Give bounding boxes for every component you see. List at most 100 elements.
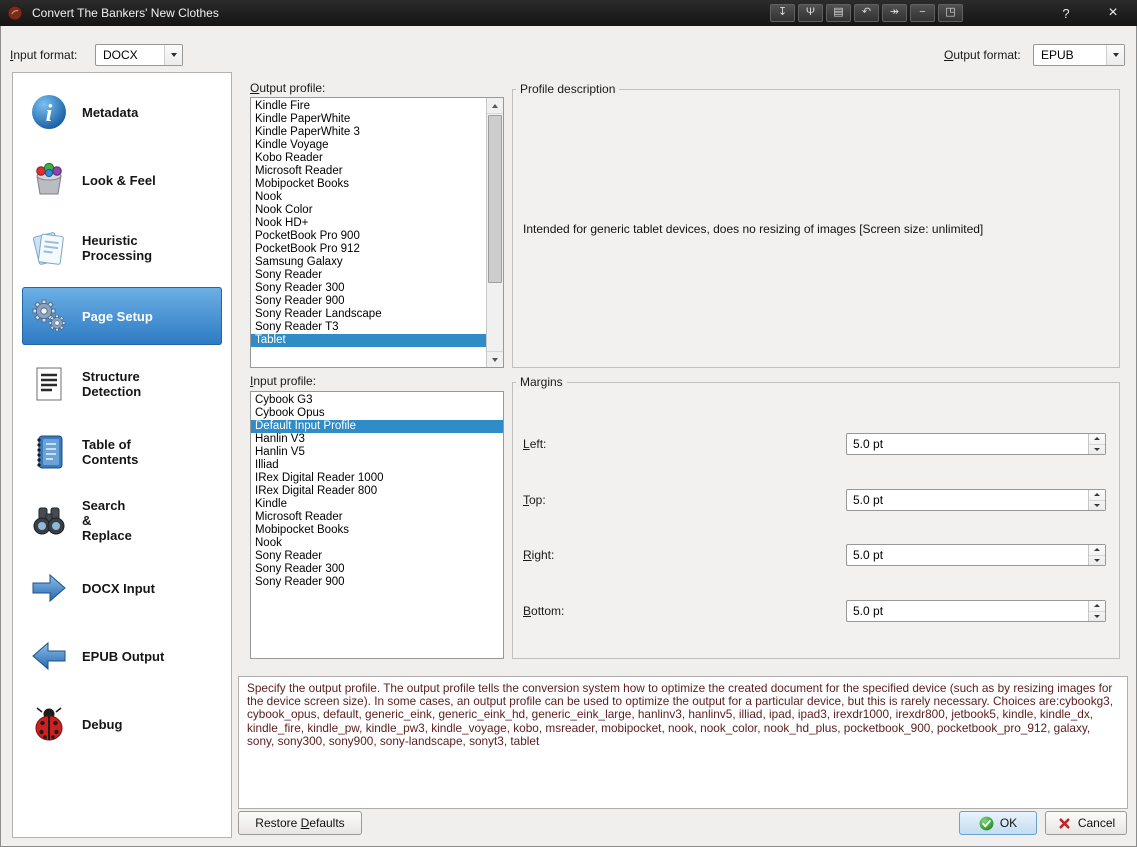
spin-up-icon[interactable] <box>1089 434 1105 445</box>
margin-left-label: Left: <box>523 437 547 451</box>
sidebar: i Metadata Look & Feel Heuristic Process… <box>12 72 232 838</box>
list-item[interactable]: Sony Reader 300 <box>251 282 486 295</box>
option-help-text: Specify the output profile. The output p… <box>238 676 1128 809</box>
scroll-up-icon[interactable] <box>487 98 503 114</box>
app-icon <box>7 5 23 21</box>
sidebar-item-label: Look & Feel <box>82 172 156 188</box>
list-item[interactable]: Illiad <box>251 459 503 472</box>
window-mode-icon[interactable]: ◳ <box>938 4 963 22</box>
list-item[interactable]: Kindle <box>251 498 503 511</box>
sidebar-item-label: Structure Detection <box>82 369 142 399</box>
list-item[interactable]: IRex Digital Reader 800 <box>251 485 503 498</box>
forward-icon[interactable]: ↠ <box>882 4 907 22</box>
list-item[interactable]: Kindle PaperWhite 3 <box>251 126 486 139</box>
list-item[interactable]: PocketBook Pro 900 <box>251 230 486 243</box>
list-item[interactable]: Microsoft Reader <box>251 165 486 178</box>
send-down-icon[interactable]: ↧ <box>770 4 795 22</box>
list-item[interactable]: PocketBook Pro 912 <box>251 243 486 256</box>
profile-description-group: Intended for generic tablet devices, doe… <box>512 89 1120 368</box>
list-item[interactable]: Cybook Opus <box>251 407 503 420</box>
ok-button[interactable]: OK <box>959 811 1037 835</box>
spinner <box>1088 434 1105 454</box>
minimize-icon[interactable]: − <box>910 4 935 22</box>
sidebar-item-epub-output[interactable]: EPUB Output <box>22 627 222 685</box>
sidebar-item-label: Table of Contents <box>82 437 139 467</box>
scroll-down-icon[interactable] <box>487 351 503 367</box>
margin-left-value: 5.0 pt <box>853 437 884 451</box>
list-item[interactable]: Hanlin V3 <box>251 433 503 446</box>
list-item[interactable]: Sony Reader 900 <box>251 576 503 589</box>
sidebar-item-structure-detection[interactable]: Structure Detection <box>22 355 222 413</box>
list-item[interactable]: Kindle PaperWhite <box>251 113 486 126</box>
list-item[interactable]: Cybook G3 <box>251 394 503 407</box>
spin-up-icon[interactable] <box>1089 601 1105 612</box>
list-item[interactable]: Nook Color <box>251 204 486 217</box>
spin-up-icon[interactable] <box>1089 490 1105 501</box>
list-item[interactable]: Sony Reader T3 <box>251 321 486 334</box>
output-format-dropdown[interactable]: EPUB <box>1033 44 1125 66</box>
spin-up-icon[interactable] <box>1089 545 1105 556</box>
sidebar-item-debug[interactable]: Debug <box>22 695 222 753</box>
svg-text:i: i <box>46 101 53 127</box>
scrollbar-thumb[interactable] <box>488 115 502 283</box>
sidebar-item-look-feel[interactable]: Look & Feel <box>22 151 222 209</box>
list-item[interactable]: Samsung Galaxy <box>251 256 486 269</box>
margin-bottom-input[interactable]: 5.0 pt <box>846 600 1106 622</box>
list-item[interactable]: Mobipocket Books <box>251 524 503 537</box>
palette-icon <box>29 160 69 200</box>
help-button[interactable]: ? <box>1050 0 1082 26</box>
connect-icon[interactable]: Ψ <box>798 4 823 22</box>
spin-down-icon[interactable] <box>1089 556 1105 566</box>
margin-top-label: Top: <box>523 493 546 507</box>
spinner <box>1088 490 1105 510</box>
info-icon: i <box>29 92 69 132</box>
list-item[interactable]: IRex Digital Reader 1000 <box>251 472 503 485</box>
list-item[interactable]: Kobo Reader <box>251 152 486 165</box>
list-item[interactable]: Hanlin V5 <box>251 446 503 459</box>
spinner <box>1088 545 1105 565</box>
list-item[interactable]: Mobipocket Books <box>251 178 486 191</box>
margin-bottom-label: Bottom: <box>523 604 565 618</box>
margin-top-input[interactable]: 5.0 pt <box>846 489 1106 511</box>
restore-defaults-button[interactable]: Restore Defaults <box>238 811 362 835</box>
margin-right-label: Right: <box>523 548 555 562</box>
spin-down-icon[interactable] <box>1089 445 1105 455</box>
sidebar-item-metadata[interactable]: i Metadata <box>22 83 222 141</box>
list-item[interactable]: Sony Reader 900 <box>251 295 486 308</box>
list-item[interactable]: Microsoft Reader <box>251 511 503 524</box>
spinner <box>1088 601 1105 621</box>
list-item[interactable]: Sony Reader Landscape <box>251 308 486 321</box>
gears-icon <box>29 296 69 336</box>
notebook-icon <box>29 432 69 472</box>
arrow-right-icon <box>29 568 69 608</box>
list-item[interactable]: Kindle Fire <box>251 100 486 113</box>
list-item[interactable]: Sony Reader 300 <box>251 563 503 576</box>
titlebar-toolbar: ↧ Ψ ▤ ↶ ↠ − ◳ <box>770 4 963 22</box>
ladybug-icon <box>29 704 69 744</box>
input-profile-list[interactable]: Cybook G3 Cybook Opus Default Input Profil… <box>250 391 504 659</box>
list-item[interactable]: Nook <box>251 537 503 550</box>
list-item[interactable]: Sony Reader <box>251 550 503 563</box>
sidebar-item-table-of-contents[interactable]: Table of Contents <box>22 423 222 481</box>
sidebar-item-page-setup[interactable]: Page Setup <box>22 287 222 345</box>
cancel-button[interactable]: Cancel <box>1045 811 1127 835</box>
sidebar-item-heuristic-processing[interactable]: Heuristic Processing <box>22 219 222 277</box>
margin-left-input[interactable]: 5.0 pt <box>846 433 1106 455</box>
margin-right-input[interactable]: 5.0 pt <box>846 544 1106 566</box>
output-profile-list[interactable]: Kindle Fire Kindle PaperWhite Kindle Paper… <box>250 97 504 368</box>
input-format-dropdown[interactable]: DOCX <box>95 44 183 66</box>
list-item[interactable]: Sony Reader <box>251 269 486 282</box>
list-item[interactable]: Nook <box>251 191 486 204</box>
spin-down-icon[interactable] <box>1089 612 1105 622</box>
list-item[interactable]: Nook HD+ <box>251 217 486 230</box>
list-item[interactable]: Default Input Profile <box>251 420 503 433</box>
keyboard-icon[interactable]: ▤ <box>826 4 851 22</box>
close-button[interactable]: × <box>1095 0 1131 26</box>
list-item[interactable]: Tablet <box>251 334 486 347</box>
sidebar-item-search-replace[interactable]: Search & Replace <box>22 491 222 549</box>
spin-down-icon[interactable] <box>1089 501 1105 511</box>
scrollbar[interactable] <box>486 98 503 367</box>
sidebar-item-docx-input[interactable]: DOCX Input <box>22 559 222 617</box>
list-item[interactable]: Kindle Voyage <box>251 139 486 152</box>
undo-icon[interactable]: ↶ <box>854 4 879 22</box>
